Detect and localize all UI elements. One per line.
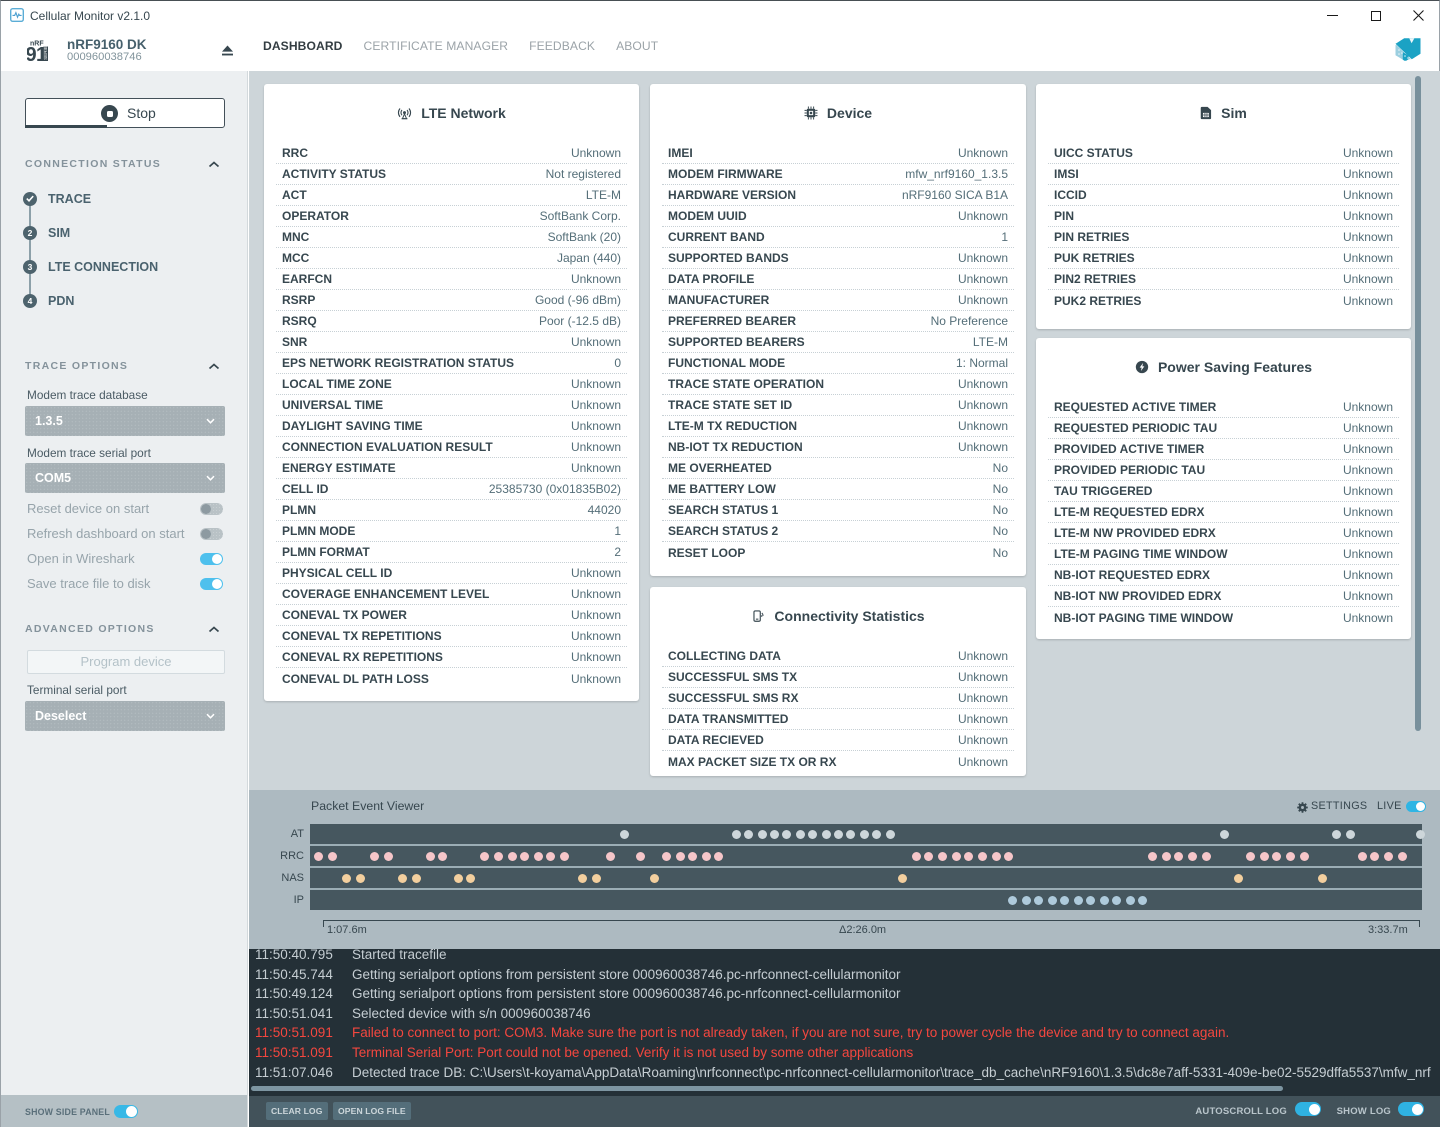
svg-text:SERIES: SERIES bbox=[43, 43, 48, 60]
